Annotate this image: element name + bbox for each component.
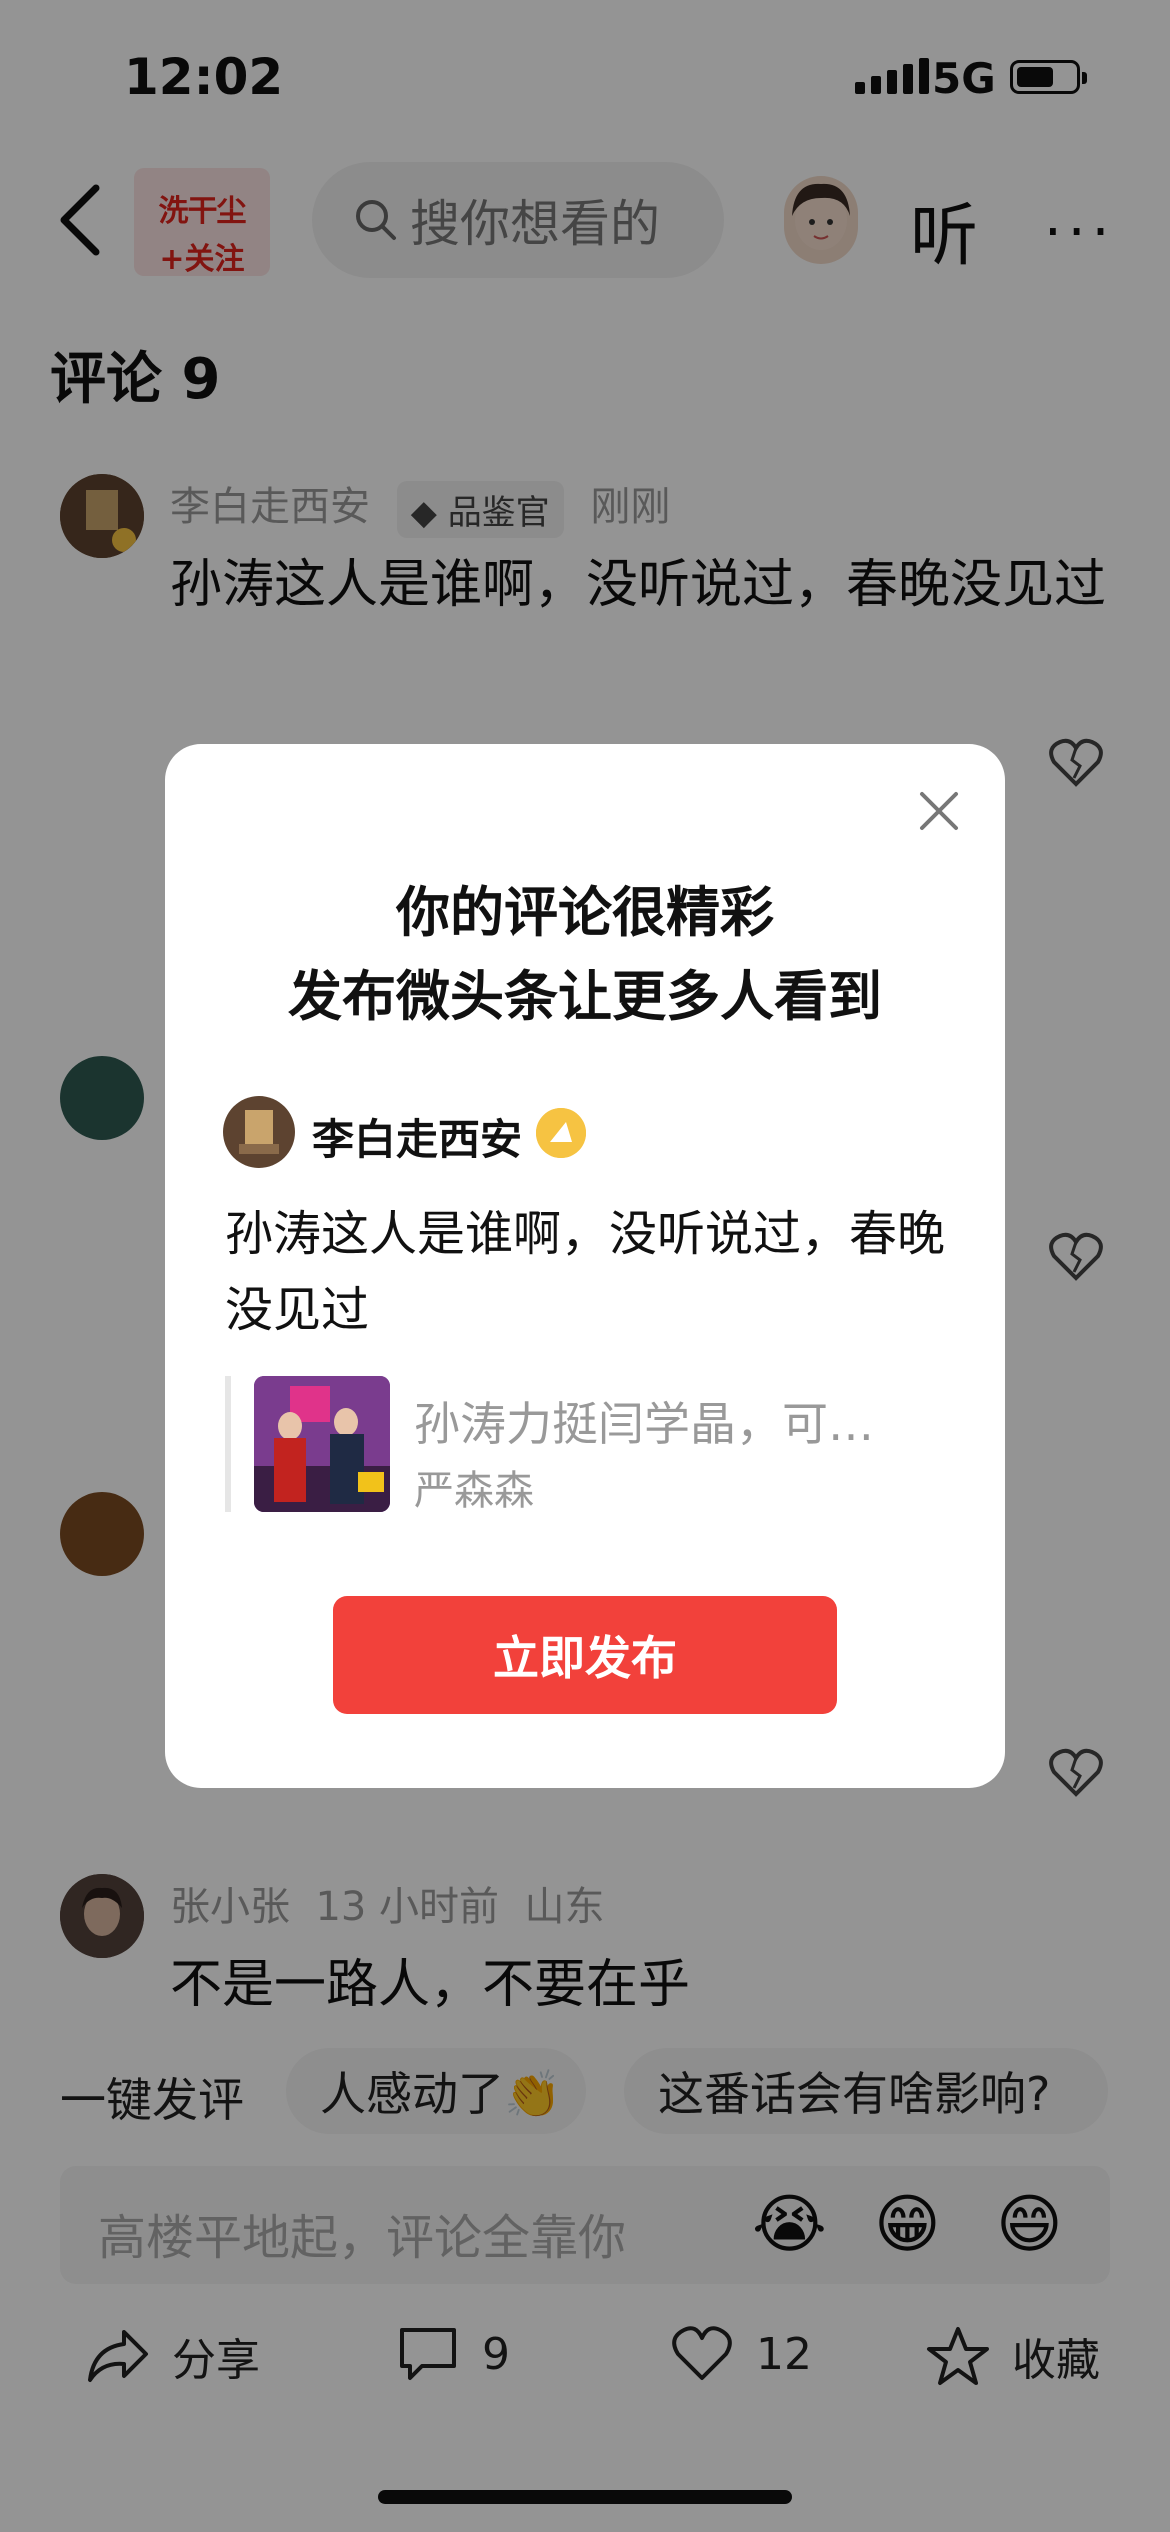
publish-now-button[interactable]: 立即发布 bbox=[333, 1596, 837, 1714]
quote-author: 严森森 bbox=[414, 1468, 534, 1514]
quote-thumbnail bbox=[254, 1376, 390, 1512]
creator-badge-icon bbox=[536, 1108, 586, 1158]
quote-title[interactable]: 孙涛力挺闫学晶，可… bbox=[414, 1388, 914, 1454]
modal-title-line1: 你的评论很精彩 bbox=[396, 881, 774, 944]
quote-divider bbox=[225, 1376, 231, 1512]
close-icon[interactable] bbox=[914, 786, 964, 836]
modal-title-line2: 发布微头条让更多人看到 bbox=[288, 965, 882, 1028]
modal-avatar bbox=[223, 1096, 295, 1168]
modal-author: 李白走西安 bbox=[312, 1115, 523, 1164]
modal-comment-text: 孙涛这人是谁啊，没听说过，春晚没见过 bbox=[225, 1206, 946, 1338]
